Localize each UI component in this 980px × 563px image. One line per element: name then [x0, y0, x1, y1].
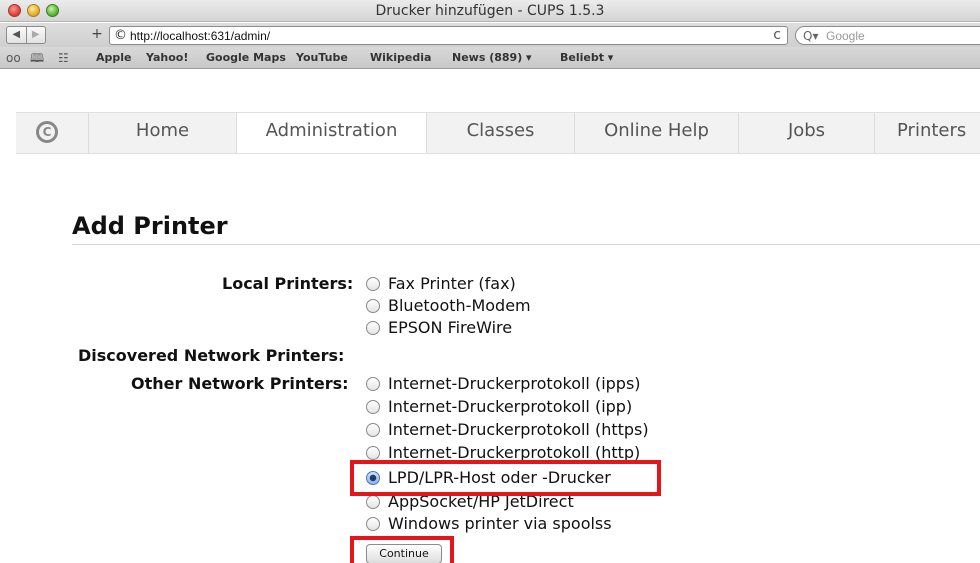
window-title: Drucker hinzufügen - CUPS 1.5.3 — [375, 3, 605, 19]
radio-button[interactable] — [366, 399, 380, 414]
radio-button[interactable] — [366, 298, 380, 313]
option-label: Windows printer via spoolss — [388, 514, 612, 533]
radio-option[interactable]: Internet-Druckerprotokoll (ipps) — [366, 374, 641, 393]
search-placeholder: Google — [826, 29, 865, 43]
bookmark-youtube[interactable]: YouTube — [296, 51, 348, 64]
option-label: EPSON FireWire — [388, 318, 513, 337]
radio-option[interactable]: Internet-Druckerprotokoll (https) — [366, 420, 649, 439]
tab-classes[interactable]: Classes — [426, 113, 574, 153]
radio-option[interactable]: EPSON FireWire — [366, 318, 512, 337]
radio-button[interactable] — [366, 320, 380, 335]
reading-list-icon[interactable]: oo — [6, 50, 21, 66]
tab-printers[interactable]: Printers — [874, 113, 980, 153]
selected-option-highlight — [350, 460, 661, 496]
radio-option[interactable]: Bluetooth-Modem — [366, 296, 531, 315]
bookmark-wikipedia[interactable]: Wikipedia — [370, 51, 431, 64]
cups-nav-bar: C Home Administration Classes Online Hel… — [16, 112, 980, 154]
search-field[interactable]: Q▾ Google — [795, 26, 980, 45]
radio-button[interactable] — [366, 445, 380, 460]
address-text[interactable]: http://localhost:631/admin/ — [130, 29, 270, 43]
tab-administration[interactable]: Administration — [236, 113, 426, 153]
option-label: Internet-Druckerprotokoll (https) — [388, 420, 649, 439]
tab-home[interactable]: Home — [88, 113, 236, 153]
top-sites-grid-icon[interactable]: ☷ — [58, 50, 69, 66]
bookmark-yahoo[interactable]: Yahoo! — [146, 51, 188, 64]
bookmark-beliebt-folder[interactable]: Beliebt ▾ — [560, 51, 613, 64]
page-title: Add Printer — [72, 212, 228, 240]
other-printers-label: Other Network Printers: — [131, 374, 349, 393]
reload-icon[interactable]: c — [773, 27, 781, 44]
radio-button[interactable] — [366, 276, 380, 291]
bookmark-news-folder[interactable]: News (889) ▾ — [452, 51, 532, 64]
window-titlebar: Drucker hinzufügen - CUPS 1.5.3 — [0, 0, 980, 22]
new-tab-button[interactable]: + — [88, 26, 106, 44]
radio-option[interactable]: Windows printer via spoolss — [366, 514, 612, 533]
bookmark-apple[interactable]: Apple — [96, 51, 132, 64]
radio-button[interactable] — [366, 422, 380, 437]
bookmarks-book-icon[interactable]: 🕮 — [30, 50, 44, 66]
radio-option[interactable]: Fax Printer (fax) — [366, 274, 516, 293]
radio-button[interactable] — [366, 494, 380, 509]
continue-button-highlight — [350, 536, 454, 563]
forward-button[interactable]: ▶ — [25, 27, 46, 43]
address-bar[interactable]: © http://localhost:631/admin/ c — [109, 26, 788, 45]
radio-button[interactable] — [366, 376, 380, 391]
bookmarks-bar: oo 🕮 ☷ Apple Yahoo! Google Maps YouTube … — [0, 47, 980, 69]
option-label: Internet-Druckerprotokoll (ipp) — [388, 397, 633, 416]
cups-favicon-icon: © — [114, 28, 127, 43]
local-printers-label: Local Printers: — [222, 274, 354, 293]
search-icon: Q▾ — [803, 29, 819, 43]
bookmark-google-maps[interactable]: Google Maps — [206, 51, 286, 64]
browser-toolbar: ◀ ▶ + © http://localhost:631/admin/ c Q▾… — [0, 23, 980, 47]
tab-jobs[interactable]: Jobs — [738, 113, 874, 153]
cups-logo-icon[interactable]: C — [36, 121, 58, 143]
title-divider — [72, 244, 980, 245]
radio-button[interactable] — [366, 516, 380, 531]
option-label: Fax Printer (fax) — [388, 274, 516, 293]
discovered-printers-label: Discovered Network Printers: — [78, 346, 345, 365]
option-label: Internet-Druckerprotokoll (ipps) — [388, 374, 641, 393]
tab-online-help[interactable]: Online Help — [574, 113, 738, 153]
option-label: Bluetooth-Modem — [388, 296, 531, 315]
back-forward-group: ◀ ▶ — [6, 26, 46, 44]
radio-option[interactable]: Internet-Druckerprotokoll (ipp) — [366, 397, 632, 416]
back-button[interactable]: ◀ — [7, 27, 26, 43]
